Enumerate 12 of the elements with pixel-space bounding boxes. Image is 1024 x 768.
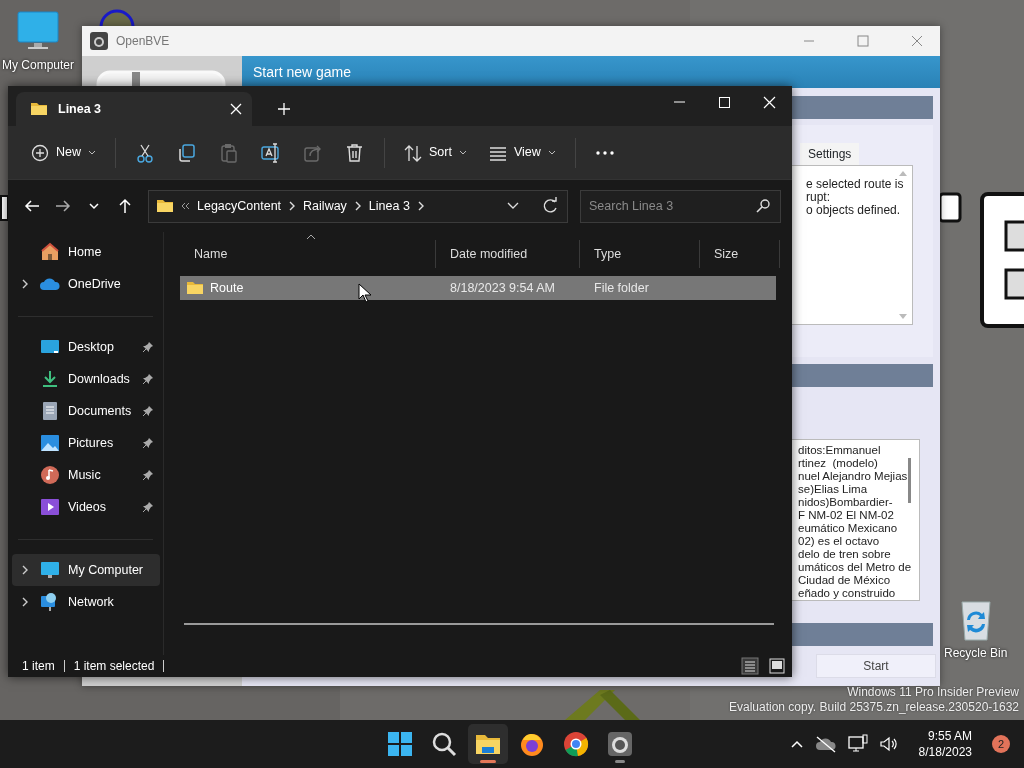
chrome-browser-icon <box>562 730 590 758</box>
taskbar-button[interactable] <box>468 724 508 764</box>
network-icon[interactable] <box>846 734 869 754</box>
notification-badge[interactable]: 2 <box>992 735 1010 753</box>
volume-icon[interactable] <box>878 735 899 753</box>
clock[interactable]: 9:55 AM 8/18/2023 <box>918 728 972 760</box>
search-icon <box>430 730 458 758</box>
app-icon <box>606 730 634 758</box>
running-indicator <box>480 760 496 763</box>
running-indicator <box>615 760 625 763</box>
cloud-icon[interactable] <box>814 735 837 753</box>
windows-icon <box>386 730 414 758</box>
